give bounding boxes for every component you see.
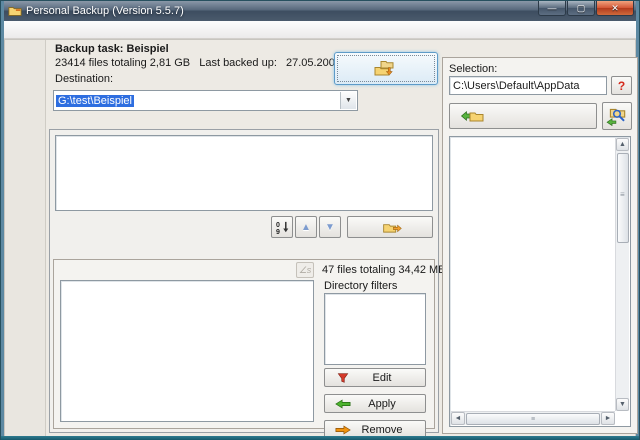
- maximize-window-button[interactable]: ▢: [567, 1, 595, 16]
- last-backup-label: Last backed up:: [199, 57, 277, 69]
- subdirectory-tree[interactable]: [60, 280, 314, 422]
- destination-label: Destination:: [55, 73, 113, 85]
- edit-filter-button[interactable]: Edit: [324, 368, 426, 387]
- search-directory-button[interactable]: [602, 102, 632, 130]
- window-title: Personal Backup (Version 5.5.7): [26, 5, 184, 17]
- destination-row: Destination:: [55, 73, 119, 85]
- apply-filter-button[interactable]: Apply: [324, 394, 426, 413]
- add-to-task-icon: [450, 109, 490, 123]
- task-header: Backup task: Beispiel: [55, 43, 169, 55]
- scroll-left-icon[interactable]: ◄: [451, 412, 465, 425]
- app-window: Personal Backup (Version 5.5.7) — ▢ ✕ Ba…: [0, 0, 640, 440]
- arrow-up-icon: ▲: [301, 222, 311, 233]
- selection-label: Selection:: [449, 63, 497, 75]
- files-total: 23414 files totaling 2,81 GB: [55, 57, 190, 69]
- arrow-down-icon: ▼: [325, 222, 335, 233]
- selection-path-input[interactable]: C:\Users\Default\AppData: [449, 76, 607, 95]
- vertical-scroll-thumb[interactable]: [617, 153, 629, 243]
- move-down-button[interactable]: ▼: [319, 216, 341, 238]
- client-area: Backup task: Beispiel 23414 files totali…: [4, 39, 636, 437]
- backup-directories-list[interactable]: [55, 135, 433, 211]
- app-icon: [8, 4, 22, 18]
- start-backup-button[interactable]: [334, 52, 438, 85]
- computer-tree[interactable]: [451, 138, 615, 411]
- svg-text:0: 0: [275, 222, 279, 229]
- refresh-selection-button[interactable]: ∠s: [296, 262, 314, 278]
- horizontal-scroll-thumb[interactable]: ≡: [466, 413, 600, 425]
- directory-filters-list[interactable]: [324, 293, 426, 365]
- scroll-right-icon[interactable]: ►: [601, 412, 615, 425]
- directory-filters-label: Directory filters: [324, 280, 397, 292]
- sidebar-toolbar: [5, 40, 46, 436]
- menubar: [4, 21, 636, 39]
- vertical-scrollbar[interactable]: ▲ ▼: [615, 138, 629, 411]
- main-tabbar: [49, 113, 439, 130]
- combobox-dropdown-icon[interactable]: ▼: [340, 92, 356, 109]
- start-backup-icon: [373, 59, 395, 78]
- titlebar[interactable]: Personal Backup (Version 5.5.7) — ▢ ✕: [4, 1, 636, 21]
- selection-files-info: 47 files totaling 34,42 MB: [322, 264, 446, 276]
- subdirectories-panel: ∠s 47 files totaling 34,42 MB Directory …: [53, 259, 435, 429]
- backup-path-value: G:\test\Beispiel: [56, 95, 134, 107]
- sort-icon: 09: [275, 220, 290, 235]
- computer-tree-container: ▲ ▼ ◄ ≡ ►: [449, 136, 631, 427]
- move-up-button[interactable]: ▲: [295, 216, 317, 238]
- scroll-down-icon[interactable]: ▼: [616, 398, 629, 411]
- right-panel: Selection: C:\Users\Default\AppData ? ▲ …: [442, 40, 638, 436]
- filter-funnel-icon: [325, 372, 359, 384]
- minimize-window-button[interactable]: —: [538, 1, 566, 16]
- right-tabbar: [442, 40, 638, 58]
- remove-directory-button[interactable]: [347, 216, 433, 238]
- remove-filter-button[interactable]: Remove: [324, 420, 426, 439]
- refresh-icon: ∠s: [299, 265, 312, 276]
- main-panel: Backup task: Beispiel 23414 files totali…: [47, 40, 441, 436]
- horizontal-scrollbar[interactable]: ◄ ≡ ►: [451, 411, 615, 425]
- sort-directories-button[interactable]: 09: [271, 216, 293, 238]
- directories-tab-panel: 09 ▲ ▼ ∠s 47 files totaling 34,42 MB Dir…: [49, 129, 439, 433]
- add-to-task-button[interactable]: [449, 103, 597, 129]
- backup-path-combobox[interactable]: G:\test\Beispiel ▼: [53, 90, 358, 111]
- directories-selection-panel: Selection: C:\Users\Default\AppData ? ▲ …: [442, 57, 638, 434]
- search-folder-icon: [606, 106, 628, 126]
- close-window-button[interactable]: ✕: [596, 1, 634, 16]
- remove-folder-icon: [382, 221, 402, 234]
- svg-text:9: 9: [275, 229, 279, 235]
- arrow-left-green-icon: [325, 398, 359, 410]
- selection-help-button[interactable]: ?: [611, 76, 632, 95]
- arrow-right-orange-icon: [325, 424, 359, 436]
- scroll-up-icon[interactable]: ▲: [616, 138, 629, 151]
